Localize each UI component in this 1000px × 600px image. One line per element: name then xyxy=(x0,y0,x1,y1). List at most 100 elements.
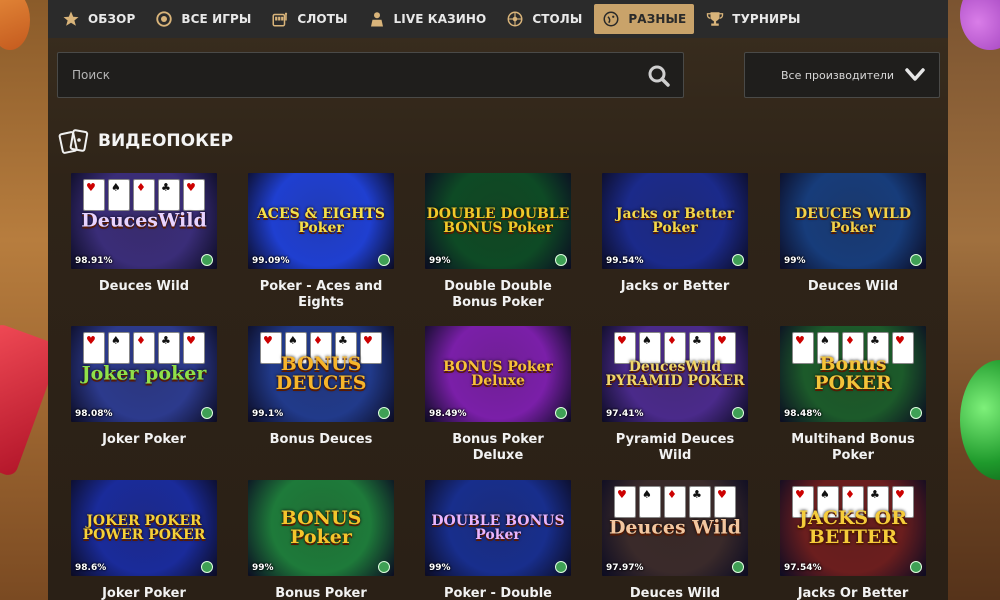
card-icon: ♥ xyxy=(614,486,636,518)
search-input[interactable] xyxy=(72,68,632,82)
game-name[interactable]: Double Double Bonus Poker xyxy=(425,279,571,311)
provider-logo-icon xyxy=(555,561,567,573)
provider-logo-icon xyxy=(555,407,567,419)
game-name[interactable]: Multihand Bonus Poker xyxy=(780,432,926,464)
game-thumbnail[interactable]: BONUS Poker Deluxe 98.49% xyxy=(425,326,571,422)
rtp-badge: 97.54% xyxy=(784,563,822,573)
game-tile[interactable]: DOUBLE BONUS Poker 99% Poker - Double Bonu… xyxy=(425,480,571,600)
game-tile[interactable]: JOKER POKER POWER POKER 98.6% Joker Poker xyxy=(71,480,217,600)
game-logo: Bonus POKER xyxy=(814,353,892,394)
game-tile[interactable]: ♥ ♠ ♦ ♣ ♥ Deuces Wild 97.97% Deuces Wild xyxy=(602,480,748,600)
provider-logo-icon xyxy=(732,254,744,266)
game-name[interactable]: Poker - Double Bonus xyxy=(425,586,571,600)
provider-logo-icon xyxy=(201,561,213,573)
game-name[interactable]: Jacks Or Better xyxy=(780,586,926,600)
game-name[interactable]: Deuces Wild xyxy=(780,279,926,295)
category-nav: ОБЗОР ВСЕ ИГРЫ СЛОТЫ LIVE КАЗИНО СТОЛЫ РАЗНЫЕ… xyxy=(48,0,948,38)
game-name[interactable]: Deuces Wild xyxy=(602,586,748,600)
nav-item-label: РАЗНЫЕ xyxy=(628,12,687,26)
game-thumbnail[interactable]: ♥ ♠ ♦ ♣ ♥ BONUS DEUCES 99.1% xyxy=(248,326,394,422)
search-icon[interactable] xyxy=(647,64,671,88)
rtp-badge: 99.09% xyxy=(252,256,290,266)
game-thumbnail[interactable]: DEUCES WILD Poker 99% xyxy=(780,173,926,269)
game-tile[interactable]: ♥ ♠ ♦ ♣ ♥ Joker poker 98.08% Joker Poker xyxy=(71,326,217,448)
game-tile[interactable]: ♥ ♠ ♦ ♣ ♥ Bonus POKER 98.48% Multihand Bonus Po… xyxy=(780,326,926,464)
game-thumbnail[interactable]: ♥ ♠ ♦ ♣ ♥ DeucesWild PYRAMID POKER 97.41% xyxy=(602,326,748,422)
rtp-badge: 99.1% xyxy=(252,409,284,419)
game-name[interactable]: Bonus Poker xyxy=(248,586,394,600)
chip-icon xyxy=(155,10,173,28)
game-tile[interactable]: DOUBLE DOUBLE BONUS Poker 99% Double Doubl… xyxy=(425,173,571,311)
game-logo: Jacks or Better Poker xyxy=(615,206,735,236)
nav-item-3[interactable]: LIVE КАЗИНО xyxy=(360,4,495,34)
game-thumbnail[interactable]: ♥ ♠ ♦ ♣ ♥ Bonus POKER 98.48% xyxy=(780,326,926,422)
card-icon: ♥ xyxy=(183,179,205,211)
nav-item-2[interactable]: СЛОТЫ xyxy=(263,4,355,34)
rtp-badge: 99% xyxy=(429,563,451,573)
game-name[interactable]: Pyramid Deuces Wild xyxy=(602,432,748,464)
nav-item-label: СЛОТЫ xyxy=(297,12,348,26)
game-tile[interactable]: BONUS Poker Deluxe 98.49% Bonus Poker Delu… xyxy=(425,326,571,464)
nav-item-1[interactable]: ВСЕ ИГРЫ xyxy=(147,4,259,34)
game-tile[interactable]: Jacks or Better Poker 99.54% Jacks or Bett… xyxy=(602,173,748,295)
provider-logo-icon xyxy=(910,407,922,419)
game-logo: BONUS DEUCES xyxy=(275,353,367,394)
chevron-down-icon xyxy=(905,67,925,86)
game-logo: BONUS Poker xyxy=(280,507,362,548)
star-icon xyxy=(62,10,80,28)
game-tile[interactable]: DEUCES WILD Poker 99% Deuces Wild xyxy=(780,173,926,295)
rtp-badge: 99% xyxy=(252,563,274,573)
game-tile[interactable]: ♥ ♠ ♦ ♣ ♥ DeucesWild PYRAMID POKER 97.41% Pyram… xyxy=(602,326,748,464)
playing-cards-art: ♥ ♠ ♦ ♣ ♥ xyxy=(602,486,748,518)
game-name[interactable]: Joker Poker xyxy=(71,586,217,600)
game-thumbnail[interactable]: DOUBLE DOUBLE BONUS Poker 99% xyxy=(425,173,571,269)
game-thumbnail[interactable]: Jacks or Better Poker 99.54% xyxy=(602,173,748,269)
card-icon: ♥ xyxy=(83,179,105,211)
provider-dropdown-label: Все производители xyxy=(781,68,895,82)
game-logo: DOUBLE DOUBLE BONUS Poker xyxy=(426,206,570,236)
rtp-badge: 99% xyxy=(784,256,806,266)
game-name[interactable]: Joker Poker xyxy=(71,432,217,448)
game-thumbnail[interactable]: ACES & EIGHTS Poker 99.09% xyxy=(248,173,394,269)
game-thumbnail[interactable]: DOUBLE BONUS Poker 99% xyxy=(425,480,571,576)
game-thumbnail[interactable]: JOKER POKER POWER POKER 98.6% xyxy=(71,480,217,576)
nav-item-4[interactable]: СТОЛЫ xyxy=(498,4,590,34)
nav-item-5[interactable]: РАЗНЫЕ xyxy=(594,4,695,34)
rtp-badge: 98.49% xyxy=(429,409,467,419)
provider-logo-icon xyxy=(910,561,922,573)
game-thumbnail[interactable]: ♥ ♠ ♦ ♣ ♥ Deuces Wild 97.97% xyxy=(602,480,748,576)
game-logo: DeucesWild PYRAMID POKER xyxy=(605,359,745,389)
game-thumbnail[interactable]: ♥ ♠ ♦ ♣ ♥ DeucesWild 98.91% xyxy=(71,173,217,269)
card-icon: ♠ xyxy=(639,486,661,518)
game-name[interactable]: Bonus Deuces xyxy=(248,432,394,448)
game-tile[interactable]: ♥ ♠ ♦ ♣ ♥ DeucesWild 98.91% Deuces Wild xyxy=(71,173,217,295)
nav-item-label: LIVE КАЗИНО xyxy=(393,12,487,26)
nav-item-label: СТОЛЫ xyxy=(532,12,583,26)
game-thumbnail[interactable]: ♥ ♠ ♦ ♣ ♥ Joker poker 98.08% xyxy=(71,326,217,422)
game-tile[interactable]: ♥ ♠ ♦ ♣ ♥ JACKS OR BETTER 97.54% Jacks Or Bette… xyxy=(780,480,926,600)
section-heading: ВИДЕОПОКЕР xyxy=(58,128,233,154)
card-icon: ♥ xyxy=(83,332,105,364)
game-thumbnail[interactable]: ♥ ♠ ♦ ♣ ♥ JACKS OR BETTER 97.54% xyxy=(780,480,926,576)
rtp-badge: 98.08% xyxy=(75,409,113,419)
game-name[interactable]: Jacks or Better xyxy=(602,279,748,295)
provider-dropdown[interactable]: Все производители xyxy=(744,52,940,98)
rtp-badge: 97.97% xyxy=(606,563,644,573)
provider-logo-icon xyxy=(201,254,213,266)
game-tile[interactable]: BONUS Poker 99% Bonus Poker xyxy=(248,480,394,600)
game-logo: DeucesWild xyxy=(81,209,207,232)
game-name[interactable]: Poker - Aces and Eights xyxy=(248,279,394,311)
game-thumbnail[interactable]: BONUS Poker 99% xyxy=(248,480,394,576)
card-icon: ♦ xyxy=(133,332,155,364)
card-icon: ♠ xyxy=(108,179,130,211)
game-tile[interactable]: ♥ ♠ ♦ ♣ ♥ BONUS DEUCES 99.1% Bonus Deuces xyxy=(248,326,394,448)
nav-item-0[interactable]: ОБЗОР xyxy=(54,4,143,34)
nav-item-6[interactable]: ТУРНИРЫ xyxy=(698,4,808,34)
provider-logo-icon xyxy=(910,254,922,266)
card-icon: ♥ xyxy=(183,332,205,364)
game-tile[interactable]: ACES & EIGHTS Poker 99.09% Poker - Aces an… xyxy=(248,173,394,311)
game-name[interactable]: Bonus Poker Deluxe xyxy=(425,432,571,464)
card-icon: ♣ xyxy=(158,332,180,364)
provider-logo-icon xyxy=(378,561,390,573)
game-name[interactable]: Deuces Wild xyxy=(71,279,217,295)
